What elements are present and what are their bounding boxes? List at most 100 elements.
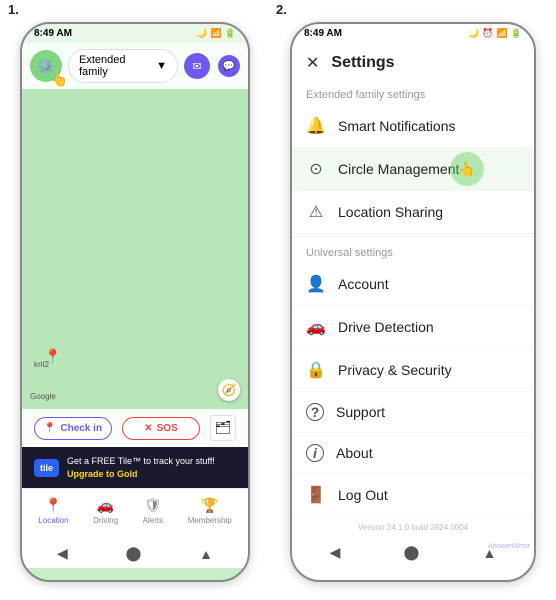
menu-item-about[interactable]: i About <box>292 433 534 474</box>
logout-label: Log Out <box>338 487 388 503</box>
screen2-container: 2. 8:49 AM 🌙 ⏰ 📶 🔋 ✕ Settings Extended f… <box>268 0 556 600</box>
cursor-hand-icon: 👆 <box>51 71 68 88</box>
extended-family-section-header: Extended family settings <box>292 81 534 105</box>
back-btn-2[interactable]: ◀ <box>330 544 341 561</box>
menu-item-logout[interactable]: 🚪 Log Out <box>292 474 534 517</box>
compass-button[interactable]: 🧭 <box>218 379 240 401</box>
google-watermark: Google <box>30 392 56 401</box>
alerts-nav-label: Alerts <box>143 516 163 525</box>
checkin-label: Check in <box>60 423 102 434</box>
tile-promo-text: Get a FREE Tile™ to track your stuff! Up… <box>67 455 215 480</box>
support-label: Support <box>336 404 385 420</box>
location-share-icon: ⚠ <box>306 202 326 222</box>
nav-location[interactable]: 📍 Location <box>38 497 68 525</box>
settings-header: ✕ Settings <box>292 43 534 81</box>
sos-x-icon: ✕ <box>144 423 152 434</box>
settings-title: Settings <box>331 54 394 72</box>
map-pin-icon: 📍 <box>44 348 61 365</box>
screen1-label: 1. <box>8 2 19 17</box>
signal-icon: 📶 <box>211 28 222 39</box>
alarm-icon: ⏰ <box>482 28 493 39</box>
chat-button[interactable]: 💬 <box>218 55 240 77</box>
smart-notifications-label: Smart Notifications <box>338 118 455 134</box>
privacy-label: Privacy & Security <box>338 362 452 378</box>
status-icons-1: 🌙 📶 🔋 <box>196 28 236 39</box>
layers-button[interactable]: 🗂 <box>210 415 236 441</box>
membership-nav-icon: 🏆 <box>201 497 218 514</box>
status-bar-1: 8:49 AM 🌙 📶 🔋 <box>22 24 248 43</box>
family-dropdown-label: Extended family <box>79 54 156 78</box>
driving-nav-icon: 🚗 <box>97 497 114 514</box>
tile-promo-main: Get a FREE Tile™ to track your stuff! <box>67 455 215 468</box>
location-sharing-label: Location Sharing <box>338 204 443 220</box>
mail-button[interactable]: ✉ <box>184 53 210 79</box>
menu-item-location-sharing[interactable]: ⚠ Location Sharing <box>292 191 534 234</box>
location-nav-label: Location <box>38 516 68 525</box>
menu-item-drive-detection[interactable]: 🚗 Drive Detection <box>292 306 534 349</box>
menu-item-privacy[interactable]: 🔒 Privacy & Security <box>292 349 534 392</box>
membership-nav-label: Membership <box>188 516 232 525</box>
sos-label: SOS <box>157 423 178 434</box>
phone-navbar-1: ◀ ⬤ ▲ <box>22 539 248 568</box>
family-dropdown[interactable]: Extended family ▼ <box>68 49 178 83</box>
status-time-1: 8:49 AM <box>34 28 72 39</box>
home-btn[interactable]: ⬤ <box>126 545 142 562</box>
status-icons-2: 🌙 ⏰ 📶 🔋 <box>468 28 522 39</box>
circle-icon: ⊙ <box>306 159 326 179</box>
section-divider <box>292 236 534 237</box>
battery-icon-2: 🔋 <box>511 28 522 39</box>
menu-item-circle-management[interactable]: ⊙ Circle Management 👆 <box>292 148 534 191</box>
account-label: Account <box>338 276 389 292</box>
sos-button[interactable]: ✕ SOS <box>122 417 200 440</box>
logout-icon: 🚪 <box>306 485 326 505</box>
screen2-label: 2. <box>276 2 287 17</box>
status-bar-2: 8:49 AM 🌙 ⏰ 📶 🔋 <box>292 24 534 43</box>
alerts-nav-icon: 🛡 <box>144 497 162 514</box>
driving-nav-label: Driving <box>93 516 118 525</box>
notification-icon: 🌙 <box>196 28 207 39</box>
tile-promo-banner[interactable]: tile Get a FREE Tile™ to track your stuf… <box>22 447 248 488</box>
drive-icon: 🚗 <box>306 317 326 337</box>
about-icon: i <box>306 444 324 462</box>
checkin-button[interactable]: 📍 Check in <box>34 417 112 440</box>
moon-icon: 🌙 <box>468 28 479 39</box>
battery-icon: 🔋 <box>225 28 236 39</box>
nav-alerts[interactable]: 🛡 Alerts <box>143 497 163 525</box>
version-text: Version 24.1.0 build 2824.0004 <box>292 517 534 538</box>
settings-button[interactable]: ⚙️ 👆 <box>30 50 62 82</box>
status-time-2: 8:49 AM <box>304 28 342 39</box>
menu-item-account[interactable]: 👤 Account <box>292 263 534 306</box>
menu-item-support[interactable]: ? Support <box>292 392 534 433</box>
topbar-1: ⚙️ 👆 Extended family ▼ ✉ 💬 <box>22 43 248 89</box>
location-nav-icon: 📍 <box>45 497 62 514</box>
bottom-nav-1: 📍 Location 🚗 Driving 🛡 Alerts 🏆 Membersh… <box>22 488 248 539</box>
nav-membership[interactable]: 🏆 Membership <box>188 497 232 525</box>
tile-upgrade-label: Upgrade to Gold <box>67 468 215 481</box>
nav-driving[interactable]: 🚗 Driving <box>93 497 118 525</box>
map-area: krit2 📍 Google 🧭 <box>22 89 248 409</box>
privacy-icon: 🔒 <box>306 360 326 380</box>
about-label: About <box>336 445 373 461</box>
support-icon: ? <box>306 403 324 421</box>
account-icon: 👤 <box>306 274 326 294</box>
menu-item-smart-notifications[interactable]: 🔔 Smart Notifications <box>292 105 534 148</box>
cursor-highlight: 👆 <box>450 152 484 186</box>
tile-logo: tile <box>34 459 59 477</box>
circle-management-label: Circle Management <box>338 161 459 177</box>
home-btn-2[interactable]: ⬤ <box>404 544 420 561</box>
phone-mockup-1: 8:49 AM 🌙 📶 🔋 ⚙️ 👆 Extended family ▼ ✉ 💬… <box>20 22 250 582</box>
recent-btn[interactable]: ▲ <box>199 546 213 562</box>
close-button[interactable]: ✕ <box>306 53 319 73</box>
bell-icon: 🔔 <box>306 116 326 136</box>
back-btn[interactable]: ◀ <box>57 545 68 562</box>
action-buttons: 📍 Check in ✕ SOS 🗂 <box>22 409 248 447</box>
dropdown-arrow-icon: ▼ <box>156 60 167 72</box>
checkin-icon: 📍 <box>44 423 56 434</box>
universal-section-header: Universal settings <box>292 239 534 263</box>
phone-mockup-2: 8:49 AM 🌙 ⏰ 📶 🔋 ✕ Settings Extended fami… <box>290 22 536 582</box>
drive-detection-label: Drive Detection <box>338 319 434 335</box>
watermark: ApowerMirror <box>488 543 530 550</box>
cursor-hand-icon-2: 👆 <box>458 161 475 178</box>
signal-icon-2: 📶 <box>497 28 508 39</box>
screen1-container: 1. 8:49 AM 🌙 📶 🔋 ⚙️ 👆 Extended family ▼ … <box>0 0 268 600</box>
